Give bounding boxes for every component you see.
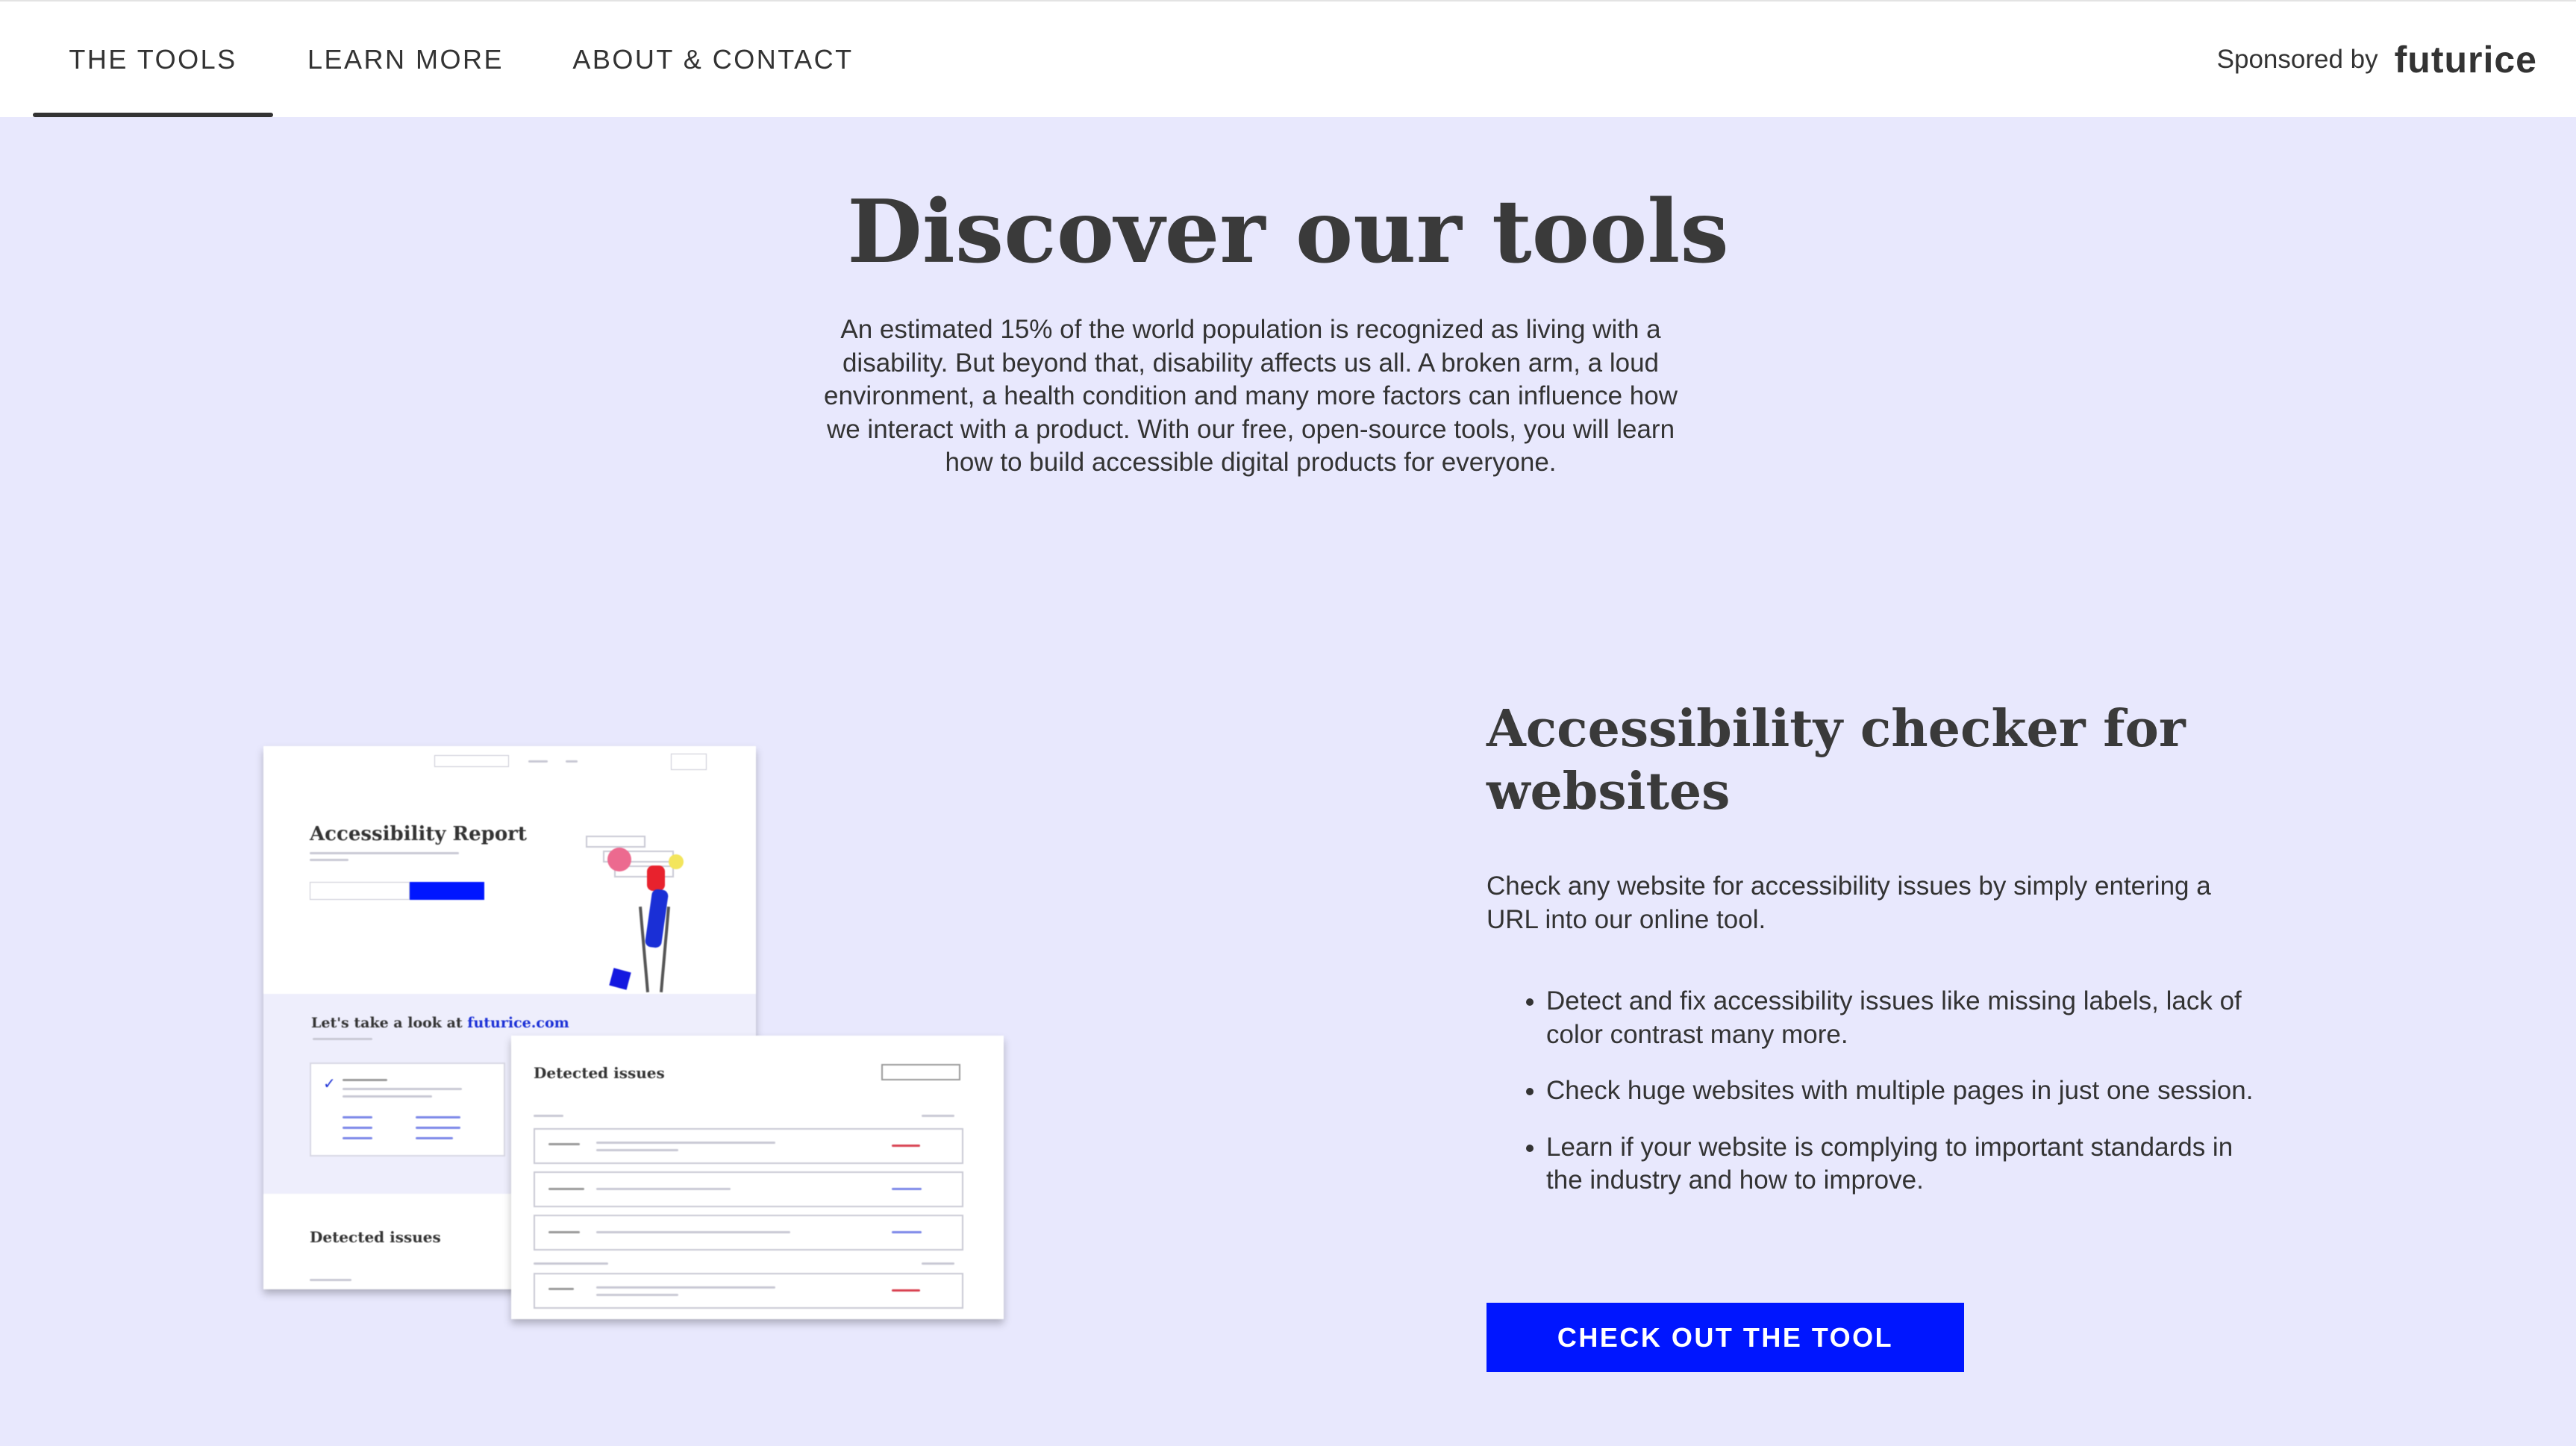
mock-line: [534, 1262, 608, 1265]
mock-look-link: futurice.com: [467, 1015, 569, 1031]
mock-line: [596, 1231, 790, 1233]
mock-export-button: [881, 1064, 960, 1080]
feature-title: Accessibility checker for websites: [1486, 699, 2186, 821]
mock-blue-square: [609, 968, 631, 990]
mock-line: [343, 1095, 432, 1098]
mock-line: [922, 1262, 954, 1265]
sponsor-block: Sponsored by futurice: [2217, 1, 2537, 117]
mock-line: [310, 1279, 351, 1281]
futurice-logo[interactable]: futurice: [2395, 38, 2537, 81]
mock-look-label: Let's take a look at: [311, 1015, 463, 1031]
feature-bullet: Check huge websites with multiple pages …: [1546, 1074, 2270, 1108]
mock-line: [534, 1115, 563, 1117]
page-title: Discover our tools: [847, 181, 1729, 283]
mock-sponsor-box: [671, 754, 707, 770]
feature-bullet: Learn if your website is complying to im…: [1546, 1131, 2270, 1198]
mock-line: [343, 1137, 372, 1139]
mock-logo-box: [434, 755, 509, 767]
mock-line: [343, 1127, 372, 1129]
mock-yellow-circle: [669, 854, 684, 869]
mock-person-torso: [647, 866, 665, 891]
mock-line: [596, 1142, 775, 1144]
mock-line: [548, 1188, 584, 1190]
mock-issue-row: [534, 1273, 963, 1309]
tab-the-tools-label: THE TOOLS: [69, 43, 237, 75]
feature-bullet-list: Detect and fix accessibility issues like…: [1486, 985, 2270, 1221]
top-navigation: THE TOOLS LEARN MORE ABOUT & CONTACT Spo…: [0, 0, 2576, 117]
mock-issue-row: [534, 1171, 963, 1207]
mock-report-title: Accessibility Report: [310, 823, 527, 845]
tab-about-contact[interactable]: ABOUT & CONTACT: [558, 1, 868, 117]
mock-nav-line: [566, 760, 578, 763]
mock-line: [892, 1145, 920, 1147]
mock-line: [548, 1288, 574, 1290]
feature-description: Check any website for accessibility issu…: [1486, 871, 2211, 934]
mock-line: [416, 1137, 453, 1139]
hero-description: An estimated 15% of the world population…: [824, 315, 1678, 477]
tab-the-tools[interactable]: THE TOOLS: [33, 1, 273, 117]
mock-line: [596, 1188, 731, 1190]
mock-line: [892, 1289, 920, 1292]
issues-page-mockup: Detected issues: [511, 1036, 1004, 1319]
mock-issue-row: [534, 1215, 963, 1251]
mock-issue-row: [534, 1128, 963, 1164]
mock-subtitle-line: [310, 852, 459, 854]
mock-line: [343, 1116, 372, 1118]
mock-look-text: Let's take a look at futurice.com: [311, 1015, 569, 1031]
mock-pink-circle: [607, 848, 631, 871]
feature-bullet: Detect and fix accessibility issues like…: [1546, 985, 2270, 1051]
mock-line: [548, 1231, 580, 1233]
mock-subtitle-line: [310, 859, 348, 861]
mock-line: [596, 1294, 678, 1296]
mock-line: [416, 1127, 460, 1129]
mock-line: [416, 1116, 460, 1118]
mock-line: [922, 1115, 954, 1117]
mock-subline: [313, 1038, 372, 1040]
mock-line: [548, 1143, 580, 1145]
mock-detected-title-front: Detected issues: [534, 1064, 665, 1082]
mock-line: [596, 1149, 678, 1151]
mock-line: [343, 1088, 462, 1090]
mock-illus-box: [586, 836, 645, 848]
mock-line: [596, 1286, 775, 1289]
tab-learn-more-label: LEARN MORE: [307, 43, 504, 75]
mock-line: [343, 1079, 387, 1081]
mock-guideline-card: ✓: [310, 1062, 505, 1157]
mock-check-button: [410, 882, 484, 900]
mock-check-icon: ✓: [323, 1076, 336, 1092]
tab-learn-more[interactable]: LEARN MORE: [293, 1, 519, 117]
mock-line: [892, 1188, 922, 1190]
mock-detected-title-back: Detected issues: [310, 1228, 441, 1246]
check-out-tool-button[interactable]: CHECK OUT THE TOOL: [1486, 1303, 1964, 1372]
mock-nav-line: [528, 760, 548, 763]
tab-about-contact-label: ABOUT & CONTACT: [572, 43, 854, 75]
mock-url-input: [310, 882, 410, 900]
mock-line: [892, 1231, 922, 1233]
sponsor-label: Sponsored by: [2216, 44, 2378, 74]
